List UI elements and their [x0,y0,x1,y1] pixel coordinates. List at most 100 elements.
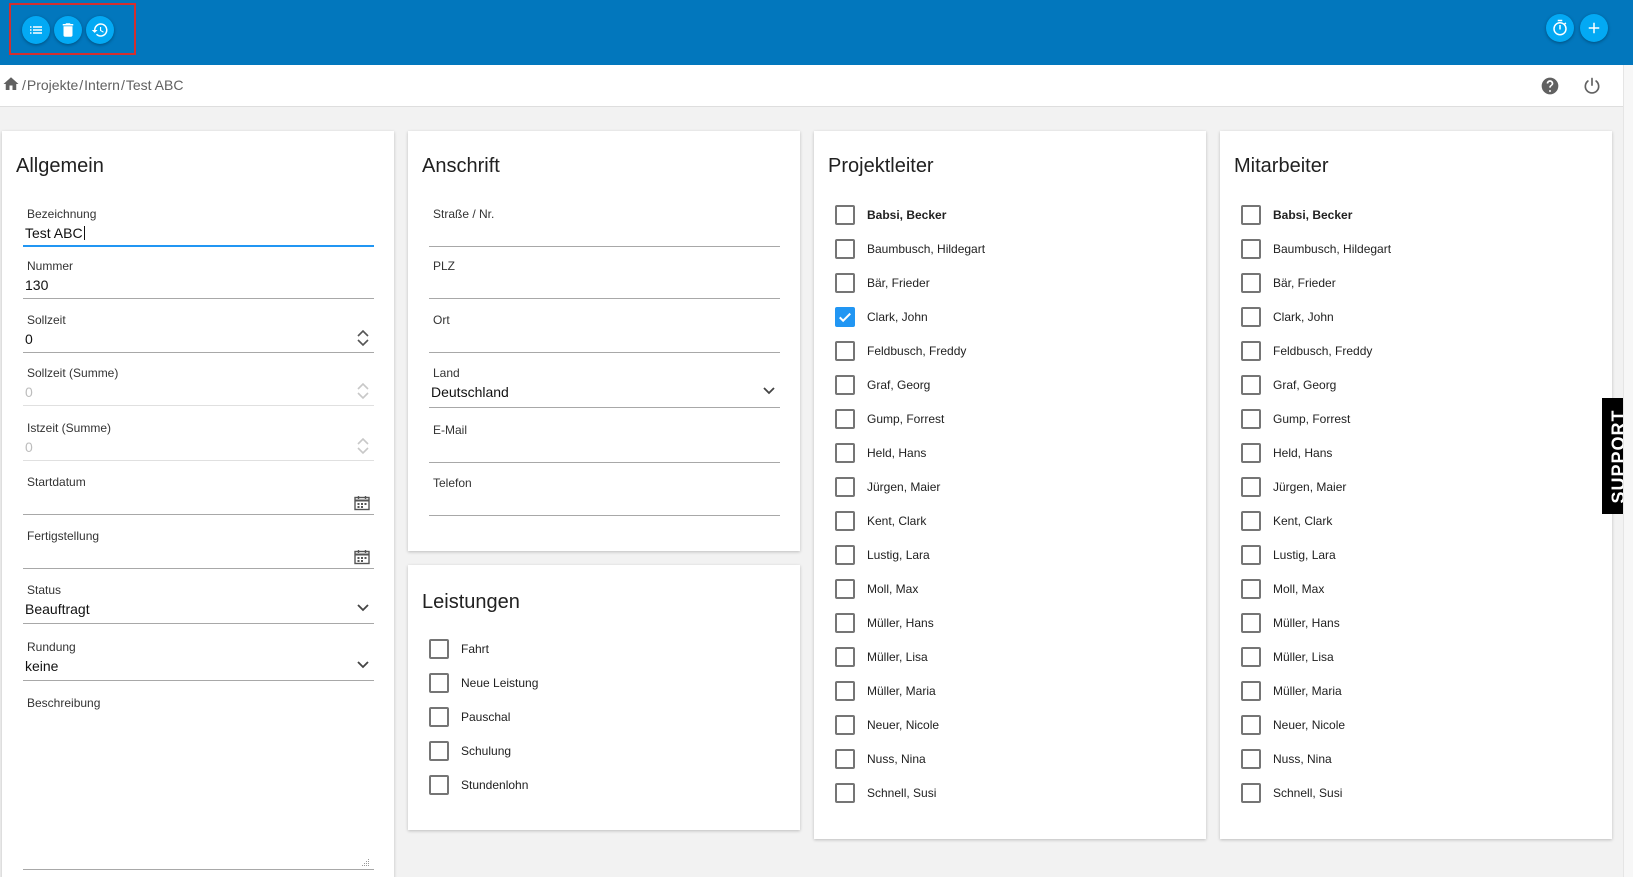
mitarbeiter-item[interactable]: Nuss, Nina [1241,749,1332,769]
checkbox[interactable] [1241,783,1261,803]
delete-button[interactable] [54,16,82,44]
history-button[interactable] [86,16,114,44]
mitarbeiter-item[interactable]: Lustig, Lara [1241,545,1336,565]
nummer-field[interactable]: Nummer 130 [23,259,374,299]
checkbox[interactable] [1241,239,1261,259]
checkbox[interactable] [1241,341,1261,361]
projektleiter-item[interactable]: Müller, Maria [835,681,936,701]
projektleiter-item[interactable]: Gump, Forrest [835,409,944,429]
checkbox[interactable] [429,741,449,761]
checkbox[interactable] [835,341,855,361]
sollzeit-input[interactable]: 0 [25,331,33,347]
checkbox[interactable] [835,647,855,667]
sollzeit-field[interactable]: Sollzeit 0 [23,313,374,353]
checkbox[interactable] [835,715,855,735]
checkbox[interactable] [835,545,855,565]
projektleiter-item[interactable]: Baumbusch, Hildegart [835,239,985,259]
checkbox[interactable] [429,639,449,659]
checkbox[interactable] [429,707,449,727]
mitarbeiter-item[interactable]: Bär, Frieder [1241,273,1336,293]
mitarbeiter-item[interactable]: Müller, Lisa [1241,647,1334,667]
nummer-input[interactable]: 130 [25,277,48,293]
calendar-icon[interactable] [354,549,370,565]
checkbox[interactable] [429,775,449,795]
checkbox[interactable] [1241,647,1261,667]
resize-handle-icon[interactable] [361,858,370,867]
mitarbeiter-item[interactable]: Gump, Forrest [1241,409,1350,429]
beschreibung-textarea[interactable]: Beschreibung [23,696,374,870]
power-icon[interactable] [1582,76,1602,96]
email-field[interactable]: E-Mail [429,423,780,463]
checkbox[interactable] [835,579,855,599]
checkbox[interactable] [1241,409,1261,429]
checkbox[interactable] [835,239,855,259]
checkbox[interactable] [1241,579,1261,599]
ort-field[interactable]: Ort [429,313,780,353]
mitarbeiter-item[interactable]: Müller, Hans [1241,613,1340,633]
leistungen-item[interactable]: Fahrt [429,639,489,659]
checkbox[interactable] [1241,749,1261,769]
projektleiter-item[interactable]: Moll, Max [835,579,918,599]
leistungen-item[interactable]: Stundenlohn [429,775,528,795]
checkbox[interactable] [1241,511,1261,531]
mitarbeiter-item[interactable]: Baumbusch, Hildegart [1241,239,1391,259]
checkbox[interactable] [1241,477,1261,497]
projektleiter-item[interactable]: Jürgen, Maier [835,477,940,497]
list-button[interactable] [22,16,50,44]
projektleiter-item[interactable]: Held, Hans [835,443,926,463]
mitarbeiter-item[interactable]: Neuer, Nicole [1241,715,1345,735]
fertigstellung-field[interactable]: Fertigstellung [23,529,374,569]
checkbox[interactable] [1241,715,1261,735]
mitarbeiter-item[interactable]: Graf, Georg [1241,375,1336,395]
checkbox[interactable] [835,409,855,429]
mitarbeiter-item[interactable]: Babsi, Becker [1241,205,1352,225]
checkbox[interactable] [1241,443,1261,463]
breadcrumb-intern[interactable]: Intern [84,77,120,93]
timer-button[interactable] [1546,14,1574,42]
projektleiter-item[interactable]: Clark, John [835,307,928,327]
checkbox[interactable] [835,749,855,769]
projektleiter-item[interactable]: Graf, Georg [835,375,930,395]
mitarbeiter-item[interactable]: Held, Hans [1241,443,1332,463]
projektleiter-item[interactable]: Müller, Hans [835,613,934,633]
mitarbeiter-item[interactable]: Jürgen, Maier [1241,477,1346,497]
checkbox[interactable] [835,443,855,463]
checkbox[interactable] [429,673,449,693]
checkbox[interactable] [1241,375,1261,395]
add-button[interactable] [1580,14,1608,42]
projektleiter-item[interactable]: Kent, Clark [835,511,926,531]
breadcrumb-projekte[interactable]: Projekte [27,77,78,93]
checkbox[interactable] [835,273,855,293]
checkbox[interactable] [1241,681,1261,701]
startdatum-field[interactable]: Startdatum [23,475,374,515]
projektleiter-item[interactable]: Schnell, Susi [835,783,936,803]
mitarbeiter-item[interactable]: Clark, John [1241,307,1334,327]
projektleiter-item[interactable]: Neuer, Nicole [835,715,939,735]
checkbox[interactable] [835,477,855,497]
help-icon[interactable] [1540,76,1560,96]
mitarbeiter-item[interactable]: Schnell, Susi [1241,783,1342,803]
checkbox[interactable] [1241,273,1261,293]
mitarbeiter-item[interactable]: Kent, Clark [1241,511,1332,531]
strasse-field[interactable]: Straße / Nr. [429,207,780,247]
projektleiter-item[interactable]: Nuss, Nina [835,749,926,769]
page-scrollbar[interactable] [1623,65,1633,877]
rundung-select[interactable]: Rundung keine [23,640,374,681]
status-select[interactable]: Status Beauftragt [23,583,374,624]
projektleiter-item[interactable]: Lustig, Lara [835,545,930,565]
checkbox[interactable] [1241,613,1261,633]
checkbox[interactable] [835,307,855,327]
checkbox[interactable] [835,205,855,225]
mitarbeiter-item[interactable]: Moll, Max [1241,579,1324,599]
bezeichnung-field[interactable]: Bezeichnung Test ABC [23,207,374,247]
bezeichnung-input[interactable]: Test ABC [25,225,83,241]
mitarbeiter-item[interactable]: Feldbusch, Freddy [1241,341,1372,361]
calendar-icon[interactable] [354,495,370,511]
plz-field[interactable]: PLZ [429,259,780,299]
mitarbeiter-item[interactable]: Müller, Maria [1241,681,1342,701]
checkbox[interactable] [835,783,855,803]
leistungen-item[interactable]: Neue Leistung [429,673,538,693]
leistungen-item[interactable]: Pauschal [429,707,510,727]
leistungen-item[interactable]: Schulung [429,741,511,761]
checkbox[interactable] [835,613,855,633]
